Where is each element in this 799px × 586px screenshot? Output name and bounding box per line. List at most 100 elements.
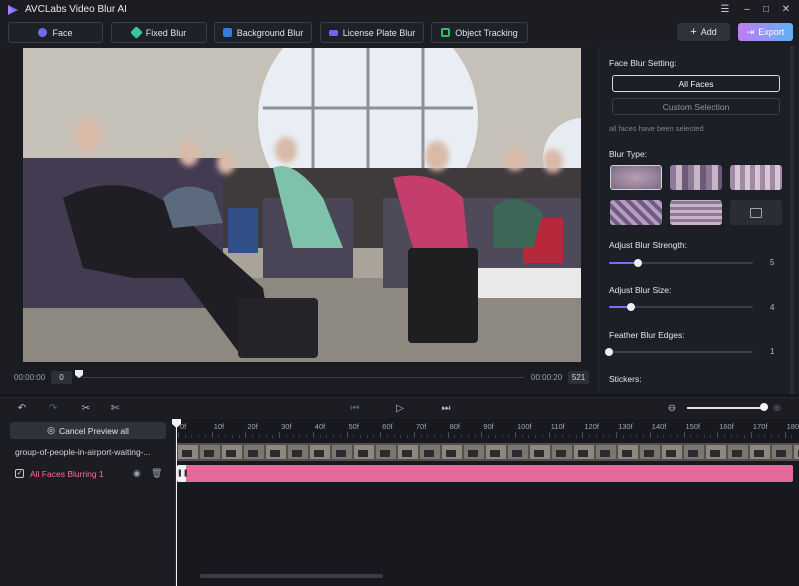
current-frame-field[interactable]: 0	[51, 371, 72, 384]
maximize-icon[interactable]: □	[756, 2, 776, 18]
slider-knob[interactable]	[634, 259, 642, 267]
license-plate-icon	[328, 29, 338, 36]
face-icon	[38, 28, 48, 37]
blur-strength-slider[interactable]	[609, 259, 753, 267]
ruler-minor-tick	[575, 435, 577, 438]
menu-icon[interactable]: ☰	[715, 2, 735, 18]
timeline-tracks: 0f 10f 20f 30f 40f 50f 60f 70f 80f 90f 100f 110f 120…	[177, 419, 799, 586]
ruler-minor-tick	[663, 435, 665, 438]
add-image-icon	[750, 207, 762, 218]
zoom-in-icon[interactable]: ⊕	[771, 403, 783, 415]
ruler-tick	[447, 432, 449, 438]
settings-scrollbar[interactable]	[790, 46, 794, 394]
mode-object-tracking-button[interactable]: Object Tracking	[431, 22, 528, 43]
app-logo-icon	[8, 5, 18, 15]
blur-type-gaussian[interactable]	[610, 165, 662, 190]
blur-size-label: Adjust Blur Size:	[609, 285, 672, 295]
blur-layer-row[interactable]: ✓ All Faces Blurring 1 ◉ 🗑	[0, 465, 176, 483]
custom-selection-label: Custom Selection	[662, 101, 730, 112]
ruler-minor-tick	[636, 435, 638, 438]
ruler-minor-tick	[494, 435, 496, 438]
close-icon[interactable]: ✕	[776, 2, 796, 18]
split-icon[interactable]: ✂	[80, 403, 92, 415]
ruler-minor-tick	[602, 435, 604, 438]
ruler-minor-tick	[258, 435, 260, 438]
delete-icon[interactable]: 🗑	[151, 468, 162, 479]
ruler-minor-tick	[191, 435, 193, 438]
ruler-minor-tick	[373, 435, 375, 438]
all-faces-button[interactable]: All Faces	[612, 75, 780, 92]
minimize-icon[interactable]: –	[737, 2, 757, 18]
ruler-minor-tick	[555, 435, 557, 438]
mode-fixed-blur-button[interactable]: Fixed Blur	[111, 22, 207, 43]
ruler-minor-tick	[535, 435, 537, 438]
clip-name: group-of-people-in-airport-waiting-...	[15, 447, 151, 457]
cancel-preview-button[interactable]: ◎ Cancel Preview all	[10, 422, 166, 439]
ruler-minor-tick	[609, 435, 611, 438]
undo-icon[interactable]: ↶	[16, 403, 28, 415]
visibility-icon[interactable]: ◉	[133, 468, 141, 479]
slider-knob[interactable]	[605, 348, 613, 356]
ruler-minor-tick	[407, 435, 409, 438]
export-button[interactable]: ⇥ Export	[738, 23, 793, 41]
slider-knob[interactable]	[627, 303, 635, 311]
time-ruler[interactable]: 0f 10f 20f 30f 40f 50f 60f 70f 80f 90f 100f 110f 120…	[177, 419, 799, 439]
ruler-minor-tick	[690, 435, 692, 438]
seek-bar-row: 00:00:00 0 00:00:20 521	[0, 368, 598, 388]
ruler-tick-label: 30f	[281, 422, 292, 431]
ruler-tick-label: 100f	[517, 422, 532, 431]
redo-icon[interactable]: ↷	[47, 403, 59, 415]
seek-track[interactable]	[79, 377, 524, 378]
ruler-minor-tick	[723, 435, 725, 438]
blur-type-grid[interactable]	[670, 200, 722, 225]
ruler-minor-tick	[231, 435, 233, 438]
zoom-out-icon[interactable]: ⊖	[666, 403, 678, 415]
mode-face-button[interactable]: Face	[8, 22, 103, 43]
export-label: Export	[758, 27, 785, 37]
plus-icon: +	[690, 26, 697, 38]
playhead[interactable]	[176, 420, 177, 586]
ruler-tick	[649, 432, 651, 438]
mode-background-blur-button[interactable]: Background Blur	[214, 22, 312, 43]
cut-icon[interactable]: ✄	[109, 403, 121, 415]
ruler-tick	[312, 432, 314, 438]
ruler-minor-tick	[629, 435, 631, 438]
ruler-minor-tick	[696, 435, 698, 438]
ruler-tick-label: 110f	[550, 422, 565, 431]
blur-type-pixel[interactable]	[730, 165, 782, 190]
timeline-scrollbar[interactable]	[200, 574, 383, 578]
zoom-slider[interactable]	[687, 407, 763, 409]
next-frame-icon[interactable]: ⏭	[440, 403, 452, 415]
blur-type-motion[interactable]	[610, 200, 662, 225]
ruler-tick-label: 170f	[752, 422, 768, 431]
seek-thumb-icon[interactable]	[75, 370, 83, 378]
ruler-minor-tick	[299, 435, 301, 438]
previous-frame-icon[interactable]: ⏮	[349, 403, 361, 415]
ruler-tick-label: 40f	[314, 422, 326, 431]
track-handle[interactable]: ❚❚	[177, 465, 189, 482]
blur-type-custom-image[interactable]	[730, 200, 782, 225]
feather-slider[interactable]	[605, 348, 753, 356]
blur-type-mosaic[interactable]	[670, 165, 722, 190]
add-button[interactable]: + Add	[677, 23, 730, 41]
ruler-minor-tick	[744, 435, 746, 438]
layer-checkbox[interactable]: ✓	[15, 469, 24, 478]
feather-label: Feather Blur Edges:	[609, 330, 685, 340]
ruler-minor-tick	[218, 435, 220, 438]
blur-layer-track[interactable]: ❚❚	[177, 465, 793, 482]
video-preview[interactable]	[23, 48, 581, 362]
title-bar: AVCLabs Video Blur AI ☰ – □ ✕	[0, 0, 799, 20]
blur-size-slider[interactable]	[609, 303, 753, 311]
cancel-preview-label: Cancel Preview all	[58, 425, 129, 436]
ruler-minor-tick	[710, 435, 712, 438]
custom-selection-button[interactable]: Custom Selection	[612, 98, 780, 115]
mode-license-plate-button[interactable]: License Plate Blur	[320, 22, 424, 43]
ruler-minor-tick	[319, 435, 321, 438]
ruler-minor-tick	[238, 435, 240, 438]
export-icon: ⇥	[746, 26, 755, 37]
zoom-knob[interactable]	[760, 403, 768, 411]
play-icon[interactable]: ▷	[394, 403, 406, 415]
ruler-minor-tick	[461, 435, 463, 438]
blur-strength-label: Adjust Blur Strength:	[609, 240, 687, 250]
track-headers: ◎ Cancel Preview all group-of-people-in-…	[0, 419, 176, 586]
